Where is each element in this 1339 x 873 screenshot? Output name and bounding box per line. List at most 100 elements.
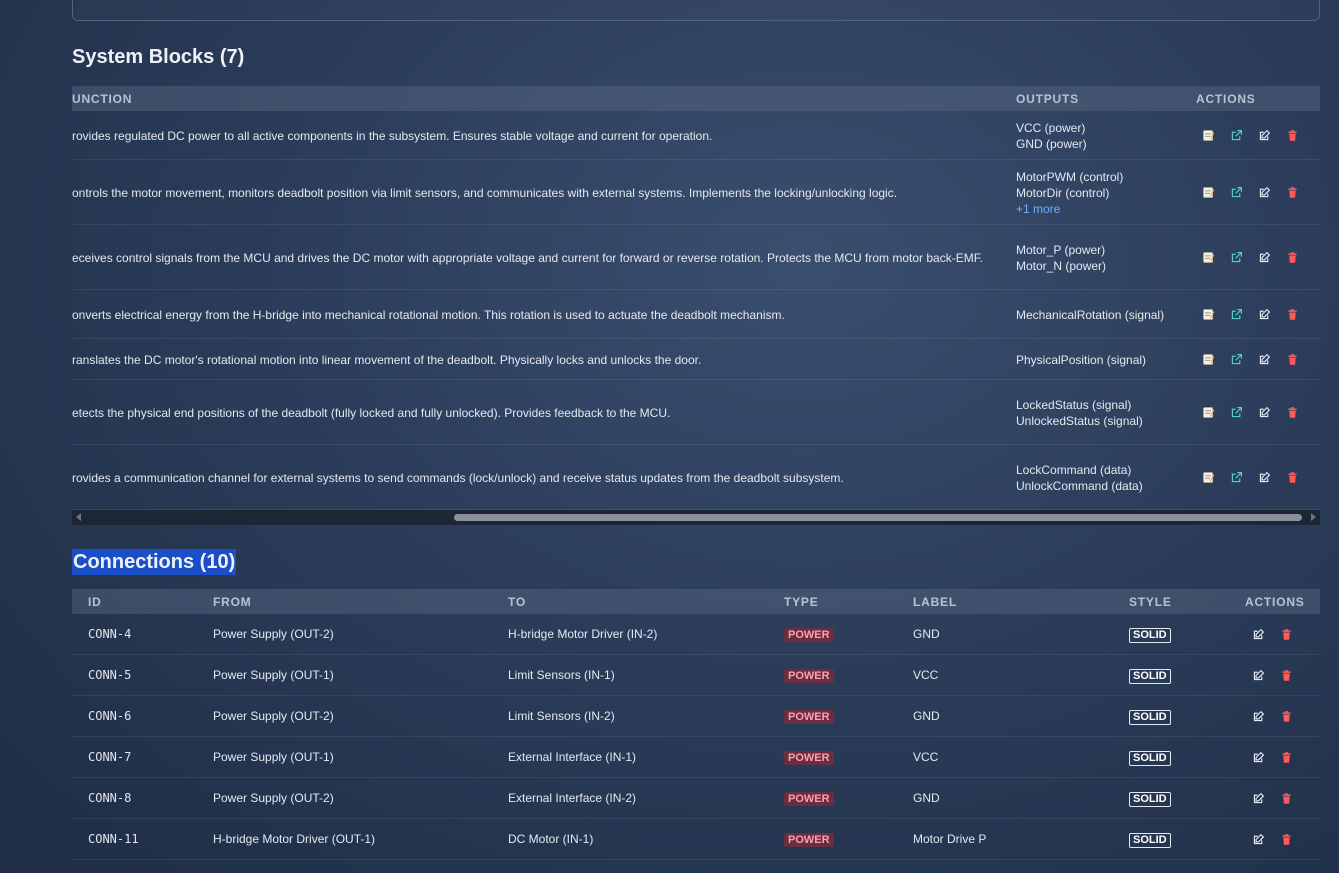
connection-actions xyxy=(1250,708,1294,724)
block-outputs: Motor_P (power) Motor_N (power) xyxy=(1016,242,1106,274)
block-function-text: rovides a communication channel for exte… xyxy=(72,470,844,485)
edit-icon[interactable] xyxy=(1250,626,1266,642)
edit-icon[interactable] xyxy=(1256,250,1272,266)
block-actions xyxy=(1200,250,1300,266)
notes-icon[interactable] xyxy=(1200,250,1216,266)
external-link-icon[interactable] xyxy=(1228,307,1244,323)
horizontal-scrollbar[interactable] xyxy=(72,510,1320,525)
connection-actions xyxy=(1250,831,1294,847)
edit-icon[interactable] xyxy=(1256,405,1272,421)
notes-icon[interactable] xyxy=(1200,307,1216,323)
output-port: LockCommand (data) xyxy=(1016,462,1132,477)
trash-icon[interactable] xyxy=(1278,749,1294,765)
connection-row: CONN-7 Power Supply (OUT-1) External Inter… xyxy=(72,737,1320,778)
connection-from: H-bridge Motor Driver (OUT-1) xyxy=(213,832,376,846)
type-badge: POWER xyxy=(784,669,834,683)
output-port: VCC (power) xyxy=(1016,120,1086,135)
external-link-icon[interactable] xyxy=(1228,352,1244,368)
connection-from: Power Supply (OUT-2) xyxy=(213,791,334,805)
trash-icon[interactable] xyxy=(1284,405,1300,421)
style-badge: SOLID xyxy=(1129,710,1171,725)
connection-to: H-bridge Motor Driver (IN-2) xyxy=(508,627,658,641)
connections-table: ID FROM TO TYPE LABEL STYLE ACTIONS CONN… xyxy=(72,589,1320,873)
block-outputs: PhysicalPosition (signal) xyxy=(1016,352,1146,368)
output-port: Motor_P (power) xyxy=(1016,242,1106,257)
edit-icon[interactable] xyxy=(1250,790,1266,806)
scroll-left-icon[interactable] xyxy=(76,513,81,521)
block-function-text: ranslates the DC motor's rotational moti… xyxy=(72,352,702,367)
trash-icon[interactable] xyxy=(1278,667,1294,683)
connection-to: Limit Sensors (IN-2) xyxy=(508,709,615,723)
notes-icon[interactable] xyxy=(1200,185,1216,201)
block-outputs: VCC (power) GND (power) xyxy=(1016,120,1087,152)
notes-icon[interactable] xyxy=(1200,405,1216,421)
edit-icon[interactable] xyxy=(1256,470,1272,486)
connection-id: CONN-5 xyxy=(88,668,132,682)
external-link-icon[interactable] xyxy=(1228,405,1244,421)
connection-actions xyxy=(1250,667,1294,683)
external-link-icon[interactable] xyxy=(1228,128,1244,144)
block-outputs: LockedStatus (signal) UnlockedStatus (sig… xyxy=(1016,397,1143,429)
trash-icon[interactable] xyxy=(1278,790,1294,806)
edit-icon[interactable] xyxy=(1256,307,1272,323)
trash-icon[interactable] xyxy=(1284,185,1300,201)
trash-icon[interactable] xyxy=(1284,250,1300,266)
connection-actions xyxy=(1250,749,1294,765)
edit-icon[interactable] xyxy=(1250,667,1266,683)
connections-title: Connections (10) xyxy=(72,549,237,575)
more-outputs-link[interactable]: +1 more xyxy=(1016,201,1123,217)
to-column-header[interactable]: TO xyxy=(508,595,526,609)
trash-icon[interactable] xyxy=(1278,831,1294,847)
trash-icon[interactable] xyxy=(1284,128,1300,144)
connection-row: CONN-8 Power Supply (OUT-2) External Inter… xyxy=(72,778,1320,819)
outputs-column-header[interactable]: OUTPUTS xyxy=(1016,92,1079,106)
external-link-icon[interactable] xyxy=(1228,185,1244,201)
block-row: ontrols the motor movement, monitors dea… xyxy=(72,160,1320,225)
edit-icon[interactable] xyxy=(1256,185,1272,201)
type-badge: POWER xyxy=(784,751,834,765)
trash-icon[interactable] xyxy=(1284,307,1300,323)
system-blocks-table: UNCTION OUTPUTS ACTIONS rovides regulate… xyxy=(72,86,1320,525)
block-actions xyxy=(1200,307,1300,323)
style-column-header[interactable]: STYLE xyxy=(1129,595,1172,609)
block-outputs: MechanicalRotation (signal) xyxy=(1016,307,1164,323)
notes-icon[interactable] xyxy=(1200,128,1216,144)
block-actions xyxy=(1200,405,1300,421)
connection-actions xyxy=(1250,626,1294,642)
edit-icon[interactable] xyxy=(1250,749,1266,765)
trash-icon[interactable] xyxy=(1284,352,1300,368)
description-card xyxy=(72,0,1320,21)
external-link-icon[interactable] xyxy=(1228,250,1244,266)
edit-icon[interactable] xyxy=(1250,831,1266,847)
function-column-header[interactable]: UNCTION xyxy=(72,92,132,106)
style-badge: SOLID xyxy=(1129,628,1171,643)
block-row: rovides regulated DC power to all active… xyxy=(72,111,1320,160)
edit-icon[interactable] xyxy=(1256,352,1272,368)
scroll-right-icon[interactable] xyxy=(1311,513,1316,521)
block-outputs: MotorPWM (control) MotorDir (control) +1 m… xyxy=(1016,169,1123,217)
style-badge: SOLID xyxy=(1129,751,1171,766)
type-column-header[interactable]: TYPE xyxy=(784,595,819,609)
connection-id: CONN-11 xyxy=(88,832,139,846)
trash-icon[interactable] xyxy=(1278,626,1294,642)
connection-id: CONN-7 xyxy=(88,750,132,764)
scrollbar-thumb[interactable] xyxy=(454,514,1302,521)
output-port: GND (power) xyxy=(1016,136,1087,151)
connection-from: Power Supply (OUT-2) xyxy=(213,627,334,641)
output-port: MotorDir (control) xyxy=(1016,185,1110,200)
from-column-header[interactable]: FROM xyxy=(213,595,252,609)
connection-row: CONN-11 H-bridge Motor Driver (OUT-1) DC M… xyxy=(72,819,1320,860)
trash-icon[interactable] xyxy=(1284,470,1300,486)
notes-icon[interactable] xyxy=(1200,470,1216,486)
edit-icon[interactable] xyxy=(1256,128,1272,144)
trash-icon[interactable] xyxy=(1278,708,1294,724)
connection-label: GND xyxy=(913,627,940,641)
id-column-header[interactable]: ID xyxy=(88,595,102,609)
external-link-icon[interactable] xyxy=(1228,470,1244,486)
style-badge: SOLID xyxy=(1129,792,1171,807)
label-column-header[interactable]: LABEL xyxy=(913,595,957,609)
edit-icon[interactable] xyxy=(1250,708,1266,724)
connection-from: Power Supply (OUT-2) xyxy=(213,709,334,723)
connection-to: External Interface (IN-2) xyxy=(508,791,637,805)
notes-icon[interactable] xyxy=(1200,352,1216,368)
